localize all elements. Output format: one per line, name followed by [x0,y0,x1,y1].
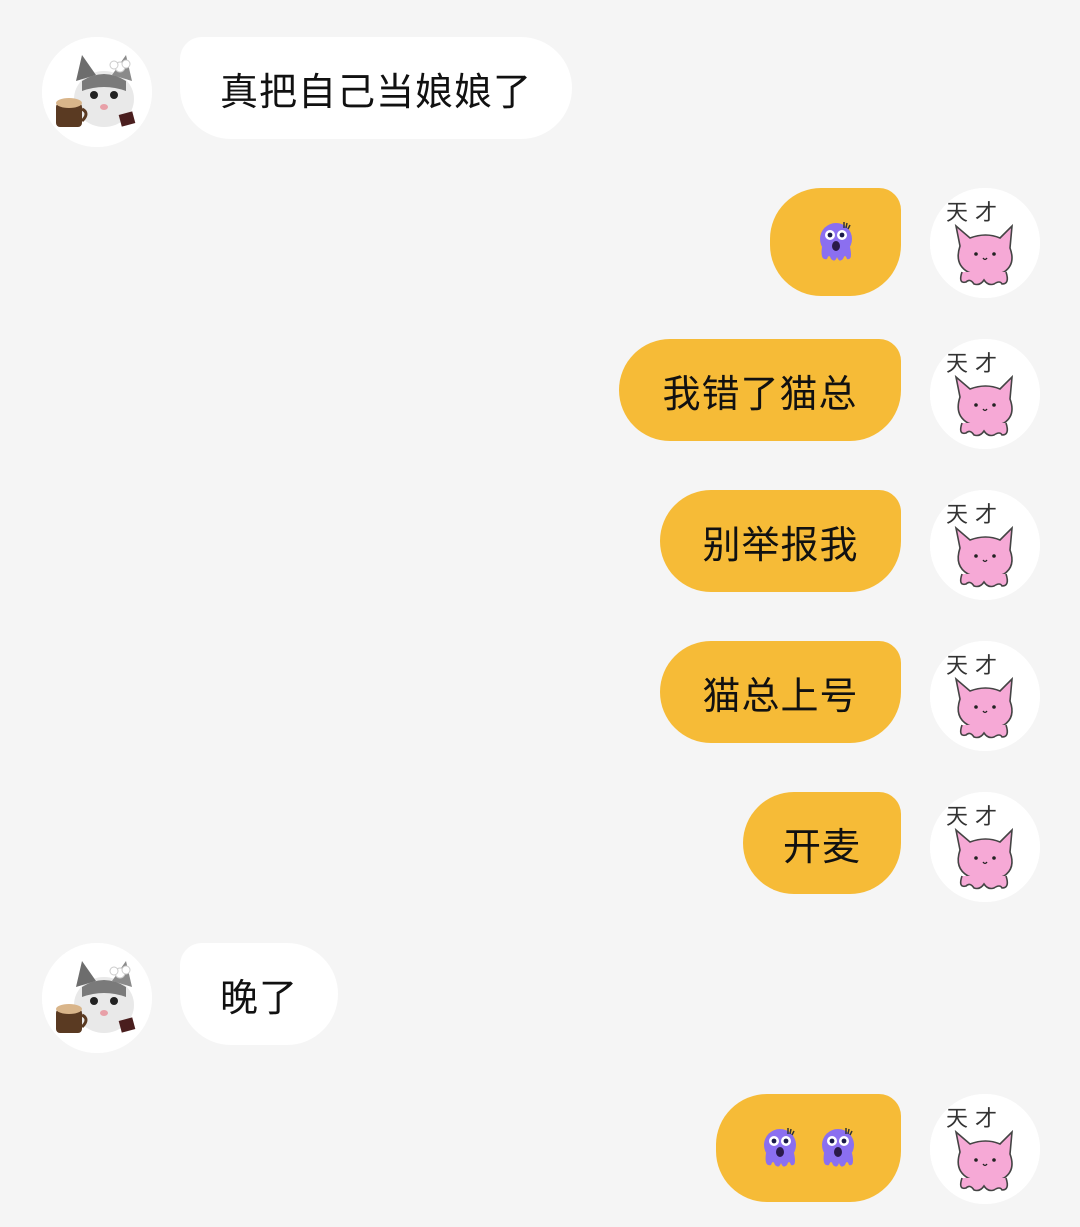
avatar-caption: 天 才 [946,805,997,830]
message-text: 猫总上号 [702,673,859,718]
message-bubble-outgoing[interactable]: 猫总上号 [660,641,901,743]
message-text: 别举报我 [702,522,859,567]
shocked-octopus-icon [821,1128,854,1167]
pink-cat-doodle-icon: 天 才 [930,641,1040,751]
message-bubble-incoming[interactable]: 真把自己当娘娘了 [180,37,573,139]
pink-cat-doodle-icon: 天 才 [930,792,1040,902]
pink-cat-doodle-icon: 天 才 [930,339,1040,449]
avatar-caption: 天 才 [946,1107,997,1132]
self-avatar[interactable]: 天 才 [930,339,1040,449]
avatar-caption: 天 才 [946,352,997,377]
pink-cat-doodle-icon: 天 才 [930,188,1040,298]
message-bubble-outgoing[interactable] [770,188,901,296]
shocked-octopus-icon [763,1128,796,1167]
message-text: 开麦 [783,824,862,869]
message-bubble-outgoing[interactable]: 我错了猫总 [619,339,901,441]
shocked-octopus-icon [819,222,852,261]
message-text: 我错了猫总 [662,371,858,416]
message-bubble-incoming[interactable]: 晚了 [180,943,339,1045]
message-bubble-outgoing[interactable]: 开麦 [743,792,901,894]
self-avatar[interactable]: 天 才 [930,1094,1040,1204]
avatar-caption: 天 才 [946,654,997,679]
avatar-caption: 天 才 [946,503,997,528]
pink-cat-doodle-icon: 天 才 [930,490,1040,600]
self-avatar[interactable]: 天 才 [930,490,1040,600]
contact-avatar[interactable] [42,943,152,1053]
pink-cat-doodle-icon: 天 才 [930,1094,1040,1204]
message-text: 真把自己当娘娘了 [220,69,533,114]
avatar-caption: 天 才 [946,201,997,226]
chat-area: 真把自己当娘娘了 天 才 我错了猫总 天 才 别举报我 天 才 猫总上号 天 才… [0,0,1080,1227]
self-avatar[interactable]: 天 才 [930,641,1040,751]
message-bubble-outgoing[interactable] [716,1094,901,1202]
kitten-with-coffee-icon [42,943,152,1053]
contact-avatar[interactable] [42,37,152,147]
message-text: 晚了 [220,975,299,1020]
kitten-with-coffee-icon [42,37,152,147]
self-avatar[interactable]: 天 才 [930,188,1040,298]
message-bubble-outgoing[interactable]: 别举报我 [660,490,901,592]
self-avatar[interactable]: 天 才 [930,792,1040,902]
